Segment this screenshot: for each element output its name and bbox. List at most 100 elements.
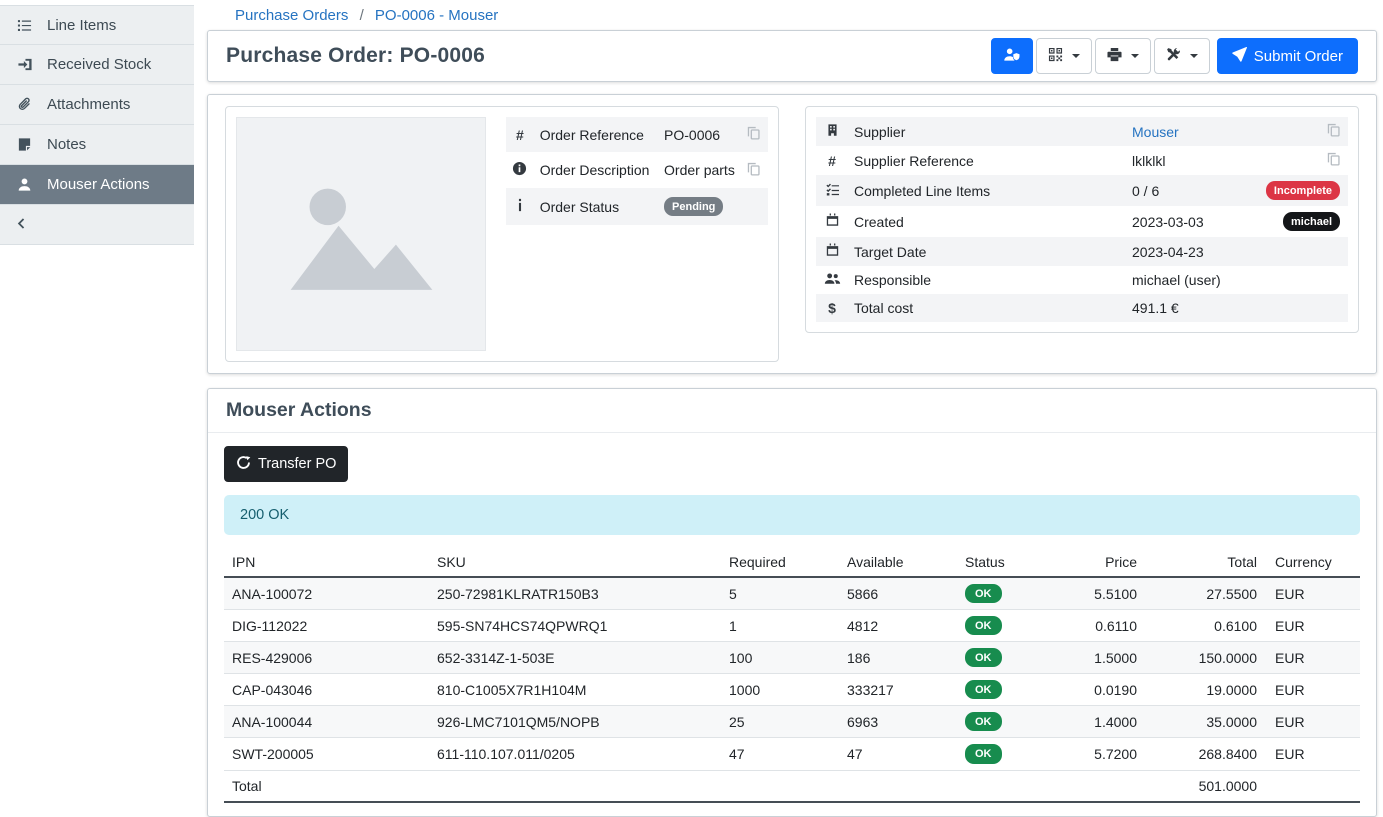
breadcrumb-purchase-orders[interactable]: Purchase Orders [235, 7, 348, 24]
cell-status: OK [957, 706, 1043, 738]
completed-line-items-value: 0 / 6 [1126, 175, 1256, 206]
users-icon [816, 266, 848, 294]
cell-price: 1.5000 [1043, 642, 1147, 674]
col-total: Total [1147, 548, 1267, 577]
copy-icon[interactable] [747, 126, 760, 140]
sidebar-item-label: Line Items [47, 17, 116, 34]
order-description-value: Order parts [658, 152, 741, 188]
info-small-icon [506, 188, 534, 225]
page-title: Purchase Order: PO-0006 [226, 44, 485, 68]
supplier-link[interactable]: Mouser [1132, 124, 1179, 140]
breadcrumb-current[interactable]: PO-0006 - Mouser [375, 7, 498, 24]
cell-currency: EUR [1267, 577, 1360, 610]
table-row: Target Date 2023-04-23 [816, 237, 1348, 266]
order-status-label: Order Status [534, 188, 658, 225]
sidebar-item-received-stock[interactable]: Received Stock [0, 45, 194, 85]
cell-ipn: DIG-112022 [224, 610, 429, 642]
cell-price: 0.0190 [1043, 674, 1147, 706]
cell-currency: EUR [1267, 738, 1360, 770]
mouser-actions-panel: Mouser Actions Transfer PO 200 OK [207, 388, 1377, 817]
sidebar-item-attachments[interactable]: Attachments [0, 85, 194, 125]
total-cost-label: Total cost [848, 294, 1126, 322]
caret-down-icon [1190, 54, 1198, 58]
order-actions-dropdown[interactable] [1154, 38, 1210, 74]
table-row: Order Description Order parts [506, 152, 768, 188]
table-row: # Supplier Reference lklklkl [816, 146, 1348, 175]
cell-available: 5866 [839, 577, 957, 610]
transfer-po-label: Transfer PO [258, 456, 336, 472]
chevron-left-icon [15, 217, 28, 233]
caret-down-icon [1072, 54, 1080, 58]
print-actions-dropdown[interactable] [1095, 38, 1151, 74]
supplier-label: Supplier [848, 117, 1126, 146]
barcode-actions-dropdown[interactable] [1036, 38, 1092, 74]
caret-down-icon [1131, 54, 1139, 58]
sidebar-collapse-button[interactable] [0, 205, 194, 245]
cell-sku: 926-LMC7101QM5/NOPB [429, 706, 721, 738]
sidebar-item-label: Notes [47, 136, 86, 153]
cell-available: 333217 [839, 674, 957, 706]
submit-order-button[interactable]: Submit Order [1217, 38, 1358, 74]
copy-icon[interactable] [1327, 123, 1340, 137]
col-price: Price [1043, 548, 1147, 577]
hash-icon: # [816, 146, 848, 175]
order-details-panel: # Order Reference PO-0006 Order Descript… [207, 94, 1377, 374]
table-row: Order Status Pending [506, 188, 768, 225]
sidebar-item-label: Attachments [47, 96, 130, 113]
copy-icon[interactable] [1327, 152, 1340, 166]
cell-available: 4812 [839, 610, 957, 642]
supplier-details-card: Supplier Mouser # Supplier Reference lkl… [805, 106, 1359, 333]
status-alert: 200 OK [224, 495, 1360, 535]
cell-total: 35.0000 [1147, 706, 1267, 738]
created-value: 2023-03-03 [1126, 206, 1256, 237]
hash-icon: # [506, 117, 534, 152]
table-row: SWT-200005 611-110.107.011/0205 47 47 OK… [224, 738, 1360, 770]
status-ok-badge: OK [965, 680, 1002, 699]
order-reference-value: PO-0006 [658, 117, 741, 152]
sidebar-item-line-items[interactable]: Line Items [0, 5, 194, 45]
list-icon [15, 18, 34, 33]
cell-status: OK [957, 642, 1043, 674]
responsible-label: Responsible [848, 266, 1126, 294]
wrench-icon [1166, 47, 1181, 66]
app-layout: Line Items Received Stock Attachments No… [0, 0, 1383, 794]
cell-ipn: RES-429006 [224, 642, 429, 674]
cell-sku: 810-C1005X7R1H104M [429, 674, 721, 706]
footer-total-label: Total [224, 770, 429, 802]
table-row: RES-429006 652-3314Z-1-503E 100 186 OK 1… [224, 642, 1360, 674]
breadcrumb: Purchase Orders / PO-0006 - Mouser [194, 0, 1383, 30]
order-reference-label: Order Reference [534, 117, 658, 152]
order-image-placeholder[interactable] [236, 117, 486, 351]
dollar-icon: $ [816, 294, 848, 322]
cell-status: OK [957, 610, 1043, 642]
transfer-po-button[interactable]: Transfer PO [224, 446, 348, 482]
supplier-details-table: Supplier Mouser # Supplier Reference lkl… [816, 117, 1348, 322]
list-check-icon [816, 175, 848, 206]
created-label: Created [848, 206, 1126, 237]
table-row: ANA-100044 926-LMC7101QM5/NOPB 25 6963 O… [224, 706, 1360, 738]
cell-total: 150.0000 [1147, 642, 1267, 674]
cell-sku: 611-110.107.011/0205 [429, 738, 721, 770]
copy-icon[interactable] [747, 162, 760, 176]
cell-ipn: ANA-100044 [224, 706, 429, 738]
sidebar-item-notes[interactable]: Notes [0, 125, 194, 165]
cell-required: 5 [721, 577, 839, 610]
cell-currency: EUR [1267, 642, 1360, 674]
cell-required: 1 [721, 610, 839, 642]
send-icon [1232, 47, 1247, 66]
status-ok-badge: OK [965, 616, 1002, 635]
cell-required: 25 [721, 706, 839, 738]
supplier-reference-value: lklklkl [1126, 146, 1256, 175]
sidebar-item-mouser-actions[interactable]: Mouser Actions [0, 165, 194, 205]
qr-code-icon [1048, 47, 1063, 66]
parts-table: IPN SKU Required Available Status Price … [224, 548, 1360, 803]
admin-button[interactable] [991, 38, 1033, 74]
table-row: Responsible michael (user) [816, 266, 1348, 294]
calendar-icon [816, 237, 848, 266]
cell-currency: EUR [1267, 706, 1360, 738]
sidebar: Line Items Received Stock Attachments No… [0, 0, 194, 794]
sidebar-item-label: Mouser Actions [47, 176, 150, 193]
cell-price: 5.5100 [1043, 577, 1147, 610]
cell-sku: 250-72981KLRATR150B3 [429, 577, 721, 610]
info-circle-icon [506, 152, 534, 188]
